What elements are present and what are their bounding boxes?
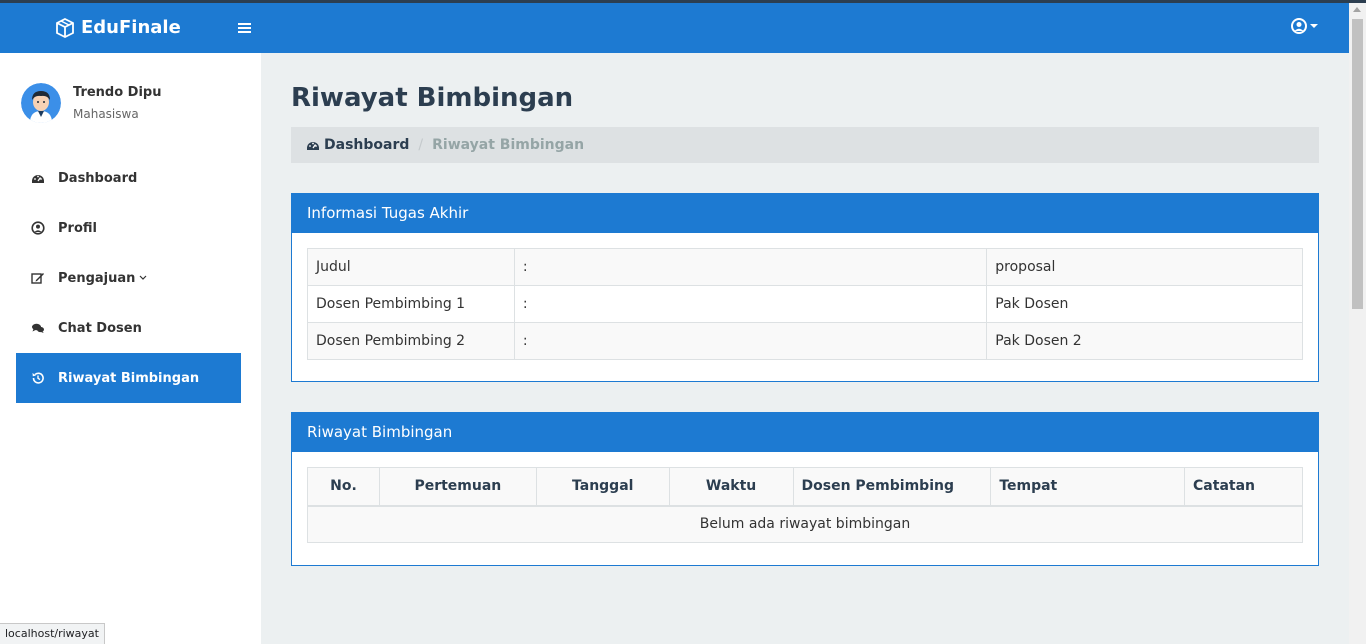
column-header-tempat[interactable]: Tempat [990, 467, 1186, 507]
sidebar-item-label: Profil [58, 220, 97, 236]
sidebar-toggle-button[interactable] [238, 20, 254, 36]
breadcrumb-home-label: Dashboard [324, 137, 410, 153]
sidebar-menu: Dashboard Profil Pengajuan Chat Dosen Ri… [16, 153, 241, 403]
sidebar-item-label: Riwayat Bimbingan [58, 370, 200, 386]
avatar [21, 83, 61, 123]
user-panel: Trendo Dipu Mahasiswa [21, 83, 162, 123]
page-scrollbar[interactable] [1349, 3, 1366, 644]
table-row: Judul : proposal [307, 248, 1303, 286]
history-icon [31, 371, 45, 385]
breadcrumb-current: Riwayat Bimbingan [432, 137, 585, 153]
column-header-waktu[interactable]: Waktu [668, 467, 794, 507]
table-row: Belum ada riwayat bimbingan [307, 505, 1303, 543]
history-panel-title: Riwayat Bimbingan [292, 413, 1318, 452]
info-separator: : [513, 285, 988, 323]
info-separator: : [513, 322, 988, 360]
history-panel: Riwayat Bimbingan No. Pertemuan Tanggal … [291, 412, 1319, 566]
caret-down-icon [1310, 24, 1318, 28]
page-title: Riwayat Bimbingan [291, 83, 574, 113]
user-name: Trendo Dipu [73, 84, 162, 100]
breadcrumb-home-link[interactable]: Dashboard [306, 137, 409, 153]
column-header-dosen-pembimbing[interactable]: Dosen Pembimbing [792, 467, 992, 507]
info-value: proposal [986, 248, 1303, 286]
cube-icon [56, 18, 74, 38]
user-circle-icon [31, 221, 45, 235]
user-info: Trendo Dipu Mahasiswa [73, 84, 162, 123]
sidebar-item-chat-dosen[interactable]: Chat Dosen [16, 303, 241, 353]
edit-icon [31, 271, 45, 285]
brand-name: EduFinale [81, 17, 181, 38]
user-circle-icon [1291, 18, 1307, 34]
chevron-down-icon [139, 275, 147, 280]
history-table: No. Pertemuan Tanggal Waktu Dosen Pembim… [307, 467, 1303, 543]
scrollbar-thumb[interactable] [1352, 19, 1363, 309]
sidebar-item-label: Pengajuan [58, 270, 136, 286]
info-panel: Informasi Tugas Akhir Judul : proposal D… [291, 193, 1319, 382]
hamburger-icon [238, 23, 251, 33]
sidebar-item-label: Dashboard [58, 170, 138, 186]
sidebar-item-dashboard[interactable]: Dashboard [16, 153, 241, 203]
table-header-row: No. Pertemuan Tanggal Waktu Dosen Pembim… [307, 467, 1303, 507]
sidebar-item-profil[interactable]: Profil [16, 203, 241, 253]
sidebar: Trendo Dipu Mahasiswa Dashboard Profil P… [0, 53, 261, 644]
info-separator: : [513, 248, 988, 286]
info-value: Pak Dosen [986, 285, 1303, 323]
info-label: Judul [307, 248, 515, 286]
info-label: Dosen Pembimbing 2 [307, 322, 515, 360]
sidebar-item-label: Chat Dosen [58, 320, 142, 336]
empty-message: Belum ada riwayat bimbingan [307, 505, 1303, 543]
dashboard-icon [31, 171, 45, 185]
sidebar-item-pengajuan[interactable]: Pengajuan [16, 253, 241, 303]
info-table: Judul : proposal Dosen Pembimbing 1 : Pa… [307, 248, 1303, 360]
info-label: Dosen Pembimbing 1 [307, 285, 515, 323]
table-row: Dosen Pembimbing 1 : Pak Dosen [307, 285, 1303, 323]
table-row: Dosen Pembimbing 2 : Pak Dosen 2 [307, 322, 1303, 360]
breadcrumb: Dashboard / Riwayat Bimbingan [291, 127, 1319, 163]
info-panel-title: Informasi Tugas Akhir [292, 194, 1318, 233]
comments-icon [31, 321, 45, 335]
column-header-catatan[interactable]: Catatan [1184, 467, 1303, 507]
browser-status-url: localhost/riwayat [0, 623, 105, 644]
column-header-tanggal[interactable]: Tanggal [535, 467, 670, 507]
user-menu-button[interactable] [1291, 18, 1319, 34]
sidebar-item-riwayat-bimbingan[interactable]: Riwayat Bimbingan [16, 353, 241, 403]
dashboard-icon [307, 142, 319, 150]
avatar-image [21, 83, 61, 123]
column-header-no[interactable]: No. [307, 467, 380, 507]
info-value: Pak Dosen 2 [986, 322, 1303, 360]
user-role: Mahasiswa [73, 106, 139, 121]
column-header-pertemuan[interactable]: Pertemuan [378, 467, 537, 507]
brand[interactable]: EduFinale [55, 16, 181, 40]
scroll-up-arrow-icon[interactable] [1353, 7, 1361, 12]
breadcrumb-separator: / [418, 137, 424, 153]
top-navbar: EduFinale [0, 3, 1349, 53]
